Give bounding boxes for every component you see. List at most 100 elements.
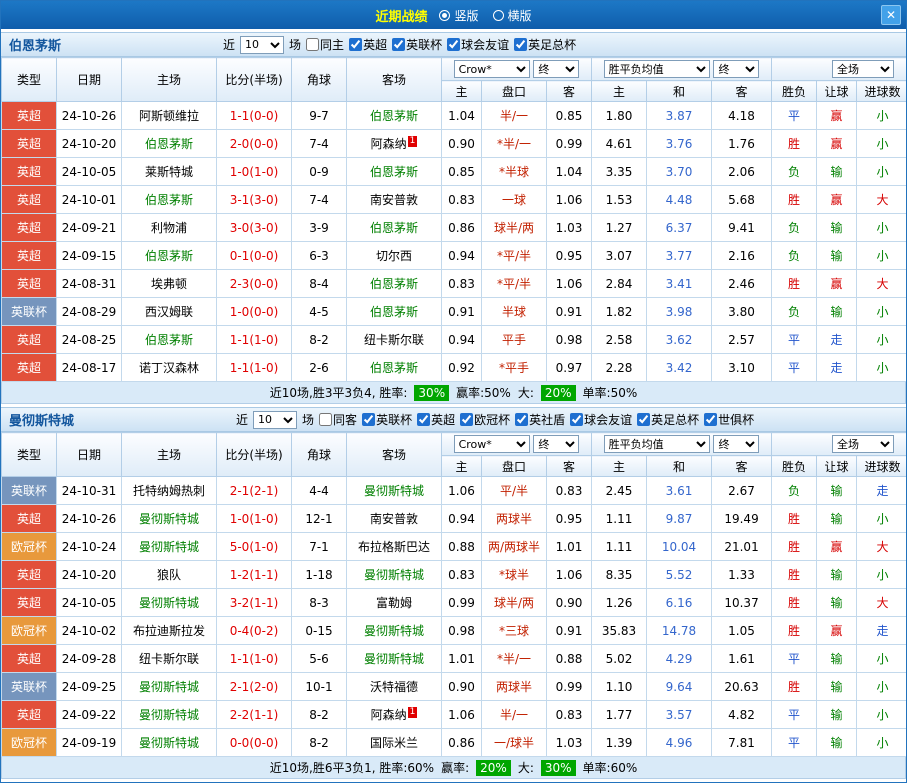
handicap-result-cell: 输 [817,729,857,757]
league-filter[interactable]: 世俱杯 [704,411,754,428]
ah-away-odds: 1.04 [547,158,592,186]
team-label: 曼彻斯特城 [139,680,199,694]
league-filter-checkbox[interactable] [460,413,473,426]
europe-avg-select[interactable]: 胜平负均值 [604,435,710,453]
result-cell: 平 [772,326,817,354]
team-label: 纽卡斯尔联 [364,333,424,347]
league-filter-checkbox[interactable] [349,38,362,51]
league-cell: 英超 [2,130,57,158]
league-filter[interactable]: 英联杯 [392,36,442,53]
league-filter[interactable]: 英社盾 [515,411,565,428]
league-filter-checkbox[interactable] [514,38,527,51]
ah-away-odds: 0.95 [547,505,592,533]
result-cell: 胜 [772,561,817,589]
layout-radio-vertical[interactable]: 竖版 [439,7,478,24]
col-score: 比分(半场) [217,433,292,477]
team-label: 富勒姆 [376,596,412,610]
result-cell: 胜 [772,533,817,561]
same-side-filter[interactable]: 同主 [306,36,344,53]
asian-final-select[interactable]: 终 [533,435,579,453]
eu-away-odds: 2.16 [712,242,772,270]
odds-company-select[interactable]: Crow* [454,60,530,78]
match-count-select[interactable]: 10 [240,36,284,54]
league-filter-checkbox[interactable] [417,413,430,426]
same-side-filter-checkbox[interactable] [306,38,319,51]
ah-line: 球半/两 [482,589,547,617]
handicap-result-cell: 输 [817,589,857,617]
result-cell: 平 [772,102,817,130]
eu-draw-odds: 10.04 [647,533,712,561]
ah-away-odds: 0.95 [547,242,592,270]
league-filter[interactable]: 英超 [349,36,387,53]
summary-text: 赢率:50% [456,384,511,401]
match-row: 欧冠杯24-10-02布拉迪斯拉发0-4(0-2)0-15曼彻斯特城0.98*三… [2,617,907,645]
league-filter[interactable]: 球会友谊 [570,411,632,428]
league-filter-checkbox[interactable] [362,413,375,426]
corners-cell: 8-2 [292,326,347,354]
result-cell: 负 [772,158,817,186]
handicap-result-cell: 赢 [817,533,857,561]
ah-line: *球半 [482,561,547,589]
match-count-select[interactable]: 10 [253,411,297,429]
league-filter[interactable]: 英足总杯 [514,36,576,53]
handicap-result-cell: 走 [817,354,857,382]
league-cell: 欧冠杯 [2,729,57,757]
eu-home-odds: 1.27 [592,214,647,242]
home-team-cell: 伯恩茅斯 [122,130,217,158]
ah-line: 两/两球半 [482,533,547,561]
team-label: 利物浦 [151,221,187,235]
team-label: 沃特福德 [370,680,418,694]
date-cell: 24-08-25 [57,326,122,354]
result-cell: 胜 [772,130,817,158]
league-filter-checkbox[interactable] [447,38,460,51]
europe-final-select[interactable]: 终 [713,435,759,453]
eu-home-odds: 1.82 [592,298,647,326]
corners-cell: 1-18 [292,561,347,589]
asian-final-select[interactable]: 终 [533,60,579,78]
eu-away-odds: 20.63 [712,673,772,701]
col-date: 日期 [57,58,122,102]
ah-line: *平/半 [482,270,547,298]
period-select[interactable]: 全场 [832,60,894,78]
league-filter[interactable]: 英联杯 [362,411,412,428]
goals-result-cell: 小 [857,645,907,673]
league-cell: 英超 [2,158,57,186]
match-row: 欧冠杯24-09-19曼彻斯特城0-0(0-0)8-2国际米兰0.86一/球半1… [2,729,907,757]
period-select[interactable]: 全场 [832,435,894,453]
league-filter-checkbox[interactable] [637,413,650,426]
col-home: 主场 [122,58,217,102]
league-filter[interactable]: 欧冠杯 [460,411,510,428]
match-row: 英超24-10-20伯恩茅斯2-0(0-0)7-4阿森纳10.90*半/一0.9… [2,130,907,158]
ah-home-odds: 1.04 [442,102,482,130]
summary-text: 单率:60% [583,759,638,776]
team-label: 伯恩茅斯 [145,333,193,347]
team-name: 曼彻斯特城 [9,410,74,429]
team-label: 布拉迪斯拉发 [133,624,205,638]
league-filter[interactable]: 英足总杯 [637,411,699,428]
goals-result-cell: 小 [857,729,907,757]
europe-avg-select[interactable]: 胜平负均值 [604,60,710,78]
same-side-filter-checkbox[interactable] [319,413,332,426]
ah-home-odds: 0.90 [442,130,482,158]
close-button[interactable]: ✕ [881,5,901,25]
league-filter-checkbox[interactable] [704,413,717,426]
ah-away-odds: 1.03 [547,214,592,242]
league-cell: 英超 [2,214,57,242]
layout-radio-horizontal[interactable]: 横版 [493,7,532,24]
date-cell: 24-10-20 [57,130,122,158]
score-cell: 1-0(1-0) [217,505,292,533]
date-cell: 24-08-17 [57,354,122,382]
league-filter-checkbox[interactable] [392,38,405,51]
odds-company-select[interactable]: Crow* [454,435,530,453]
league-filter[interactable]: 球会友谊 [447,36,509,53]
same-side-filter[interactable]: 同客 [319,411,357,428]
handicap-result-cell: 输 [817,645,857,673]
goals-result-cell: 小 [857,326,907,354]
matches-table: 类型 日期 主场 比分(半场) 角球 客场 Crow* 终 胜平负均值 终 [1,432,907,757]
europe-final-select[interactable]: 终 [713,60,759,78]
league-filter[interactable]: 英超 [417,411,455,428]
league-filter-checkbox[interactable] [515,413,528,426]
home-team-cell: 纽卡斯尔联 [122,645,217,673]
match-row: 英联杯24-09-25曼彻斯特城2-1(2-0)10-1沃特福德0.90两球半0… [2,673,907,701]
league-filter-checkbox[interactable] [570,413,583,426]
